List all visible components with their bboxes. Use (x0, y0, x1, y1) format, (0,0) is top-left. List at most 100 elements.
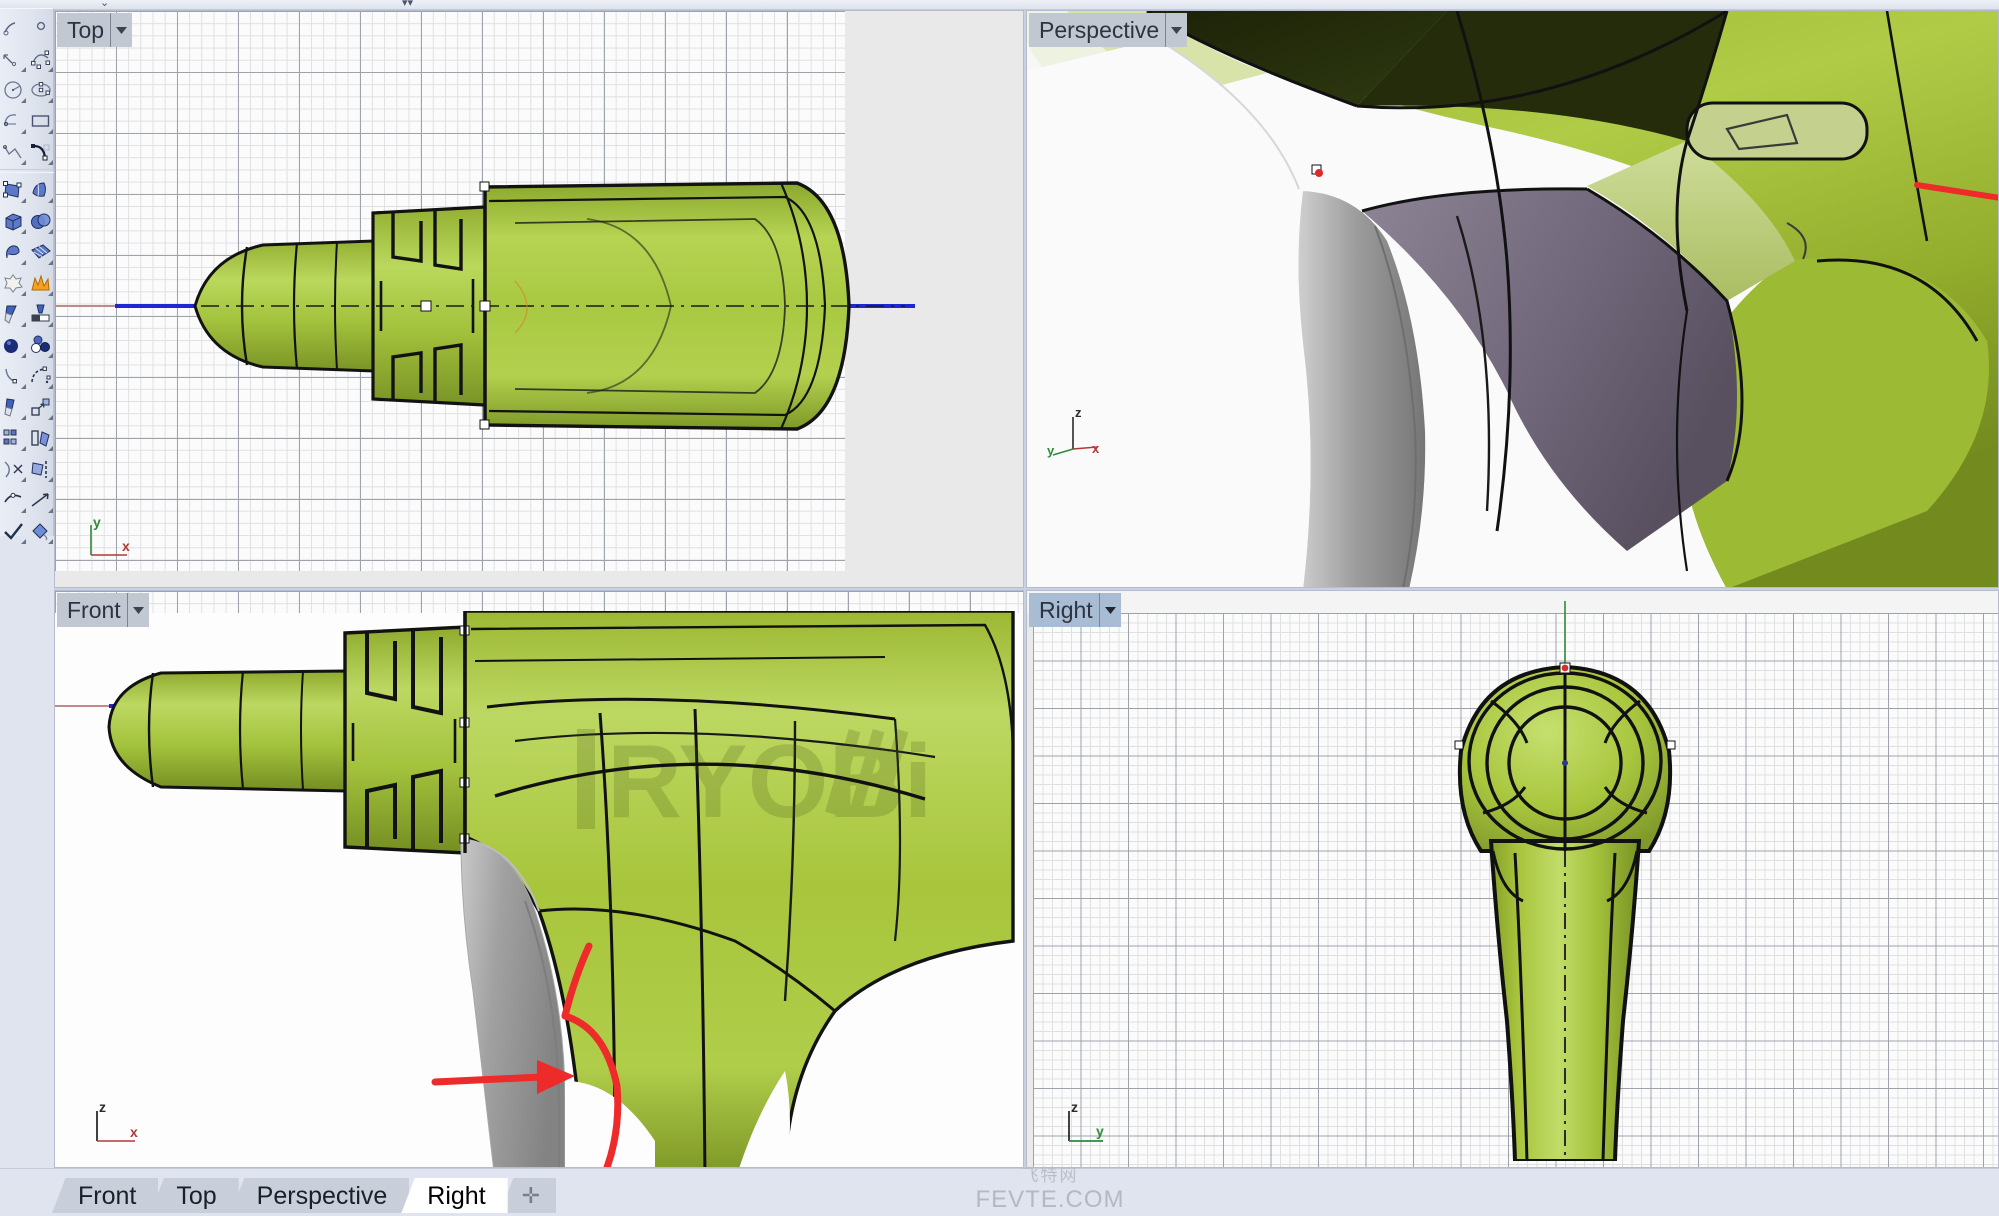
grid-major (55, 591, 1023, 613)
axis-gizmo-perspective: z y x (1047, 403, 1105, 459)
surface-revolve-icon[interactable] (2, 241, 26, 265)
toolbar-row (0, 392, 54, 423)
tab-perspective[interactable]: Perspective (230, 1177, 410, 1213)
toolbar-row (0, 516, 54, 547)
split-icon[interactable] (29, 458, 53, 482)
mesh-from-surface-icon[interactable] (29, 241, 53, 265)
svg-text:y: y (1096, 1123, 1104, 1139)
boolean-difference-icon[interactable] (29, 334, 53, 358)
toolbar-row (0, 361, 54, 392)
model-drill-perspective-view[interactable] (1027, 11, 1998, 587)
solid-sphere-icon[interactable] (2, 334, 26, 358)
circle-center-radius-icon[interactable] (2, 79, 26, 103)
viewport-label-text: Right (1039, 597, 1093, 623)
toolbar-row (0, 485, 54, 516)
viewport-label-text: Perspective (1039, 17, 1160, 43)
toolbar-row (0, 106, 54, 137)
viewport-right[interactable]: z y Right (1026, 590, 1999, 1168)
mirror-icon[interactable] (29, 427, 53, 451)
top-toolbar-strip: ⌄ ▾▾ (0, 0, 1999, 10)
viewport-top[interactable]: y x Top (54, 10, 1024, 588)
viewport-label-text: Top (67, 17, 105, 43)
viewport-right-left-margin (1027, 591, 1033, 1167)
extrude-surface-icon[interactable] (2, 303, 26, 327)
offset-curve-icon[interactable] (2, 365, 26, 389)
tab-top[interactable]: Top (150, 1177, 239, 1213)
viewport-label-right[interactable]: Right (1029, 593, 1121, 627)
axis-gizmo-front: z x (89, 1099, 143, 1149)
join-icon[interactable] (2, 489, 26, 513)
sphere-center-radius-icon[interactable] (29, 210, 53, 234)
curve-through-points-icon[interactable] (29, 141, 53, 165)
chevron-down-icon[interactable] (1165, 13, 1187, 47)
toolbar-row (0, 13, 54, 44)
ellipse-from-center-icon[interactable] (29, 79, 53, 103)
model-drill-right-view[interactable] (1397, 601, 1737, 1161)
viewport-tabs: Front Top Perspective Right ✛ (52, 1177, 557, 1213)
svg-text:y: y (93, 515, 101, 530)
chevron-down-icon[interactable] (1098, 593, 1121, 627)
svg-text:z: z (1071, 1099, 1078, 1115)
viewport-perspective[interactable]: z y x Perspective (1026, 10, 1999, 588)
toolbar-row (0, 175, 54, 206)
toolbar-row (0, 237, 54, 268)
analyze-direction-icon[interactable] (29, 489, 53, 513)
toolbar-separator (0, 169, 54, 173)
explode-icon[interactable] (2, 272, 26, 296)
tab-right[interactable]: Right (401, 1177, 508, 1213)
boolean-union-icon[interactable] (29, 272, 53, 296)
main-sidebar-toolbar[interactable] (0, 8, 54, 544)
toolbar-row (0, 75, 54, 106)
toolbar-row (0, 299, 54, 330)
surface-from-curve-network-icon[interactable] (29, 179, 53, 203)
rectangle-corner-to-corner-icon[interactable] (29, 110, 53, 134)
svg-text:x: x (122, 538, 130, 554)
tab-front[interactable]: Front (52, 1177, 159, 1213)
blend-curve-icon[interactable] (29, 365, 53, 389)
viewport-front[interactable]: RYOBi z x Front (54, 590, 1024, 1168)
paint-bucket-icon[interactable] (29, 520, 53, 544)
viewport-label-perspective[interactable]: Perspective (1029, 13, 1188, 47)
polyline-icon[interactable] (2, 141, 26, 165)
curve-control-points-icon[interactable] (29, 48, 53, 72)
arc-center-start-angle-icon[interactable] (2, 110, 26, 134)
svg-text:x: x (130, 1124, 138, 1140)
svg-text:y: y (1047, 443, 1055, 458)
rhino-application-window: ⌄ ▾▾ y x Top z y x Perspective RYOBi z x… (0, 0, 1999, 1216)
viewport-tab-bar: Front Top Perspective Right ✛ 飞特网 FEVTE.… (0, 1166, 1999, 1216)
svg-text:x: x (1092, 441, 1100, 456)
single-point-icon[interactable] (29, 17, 53, 41)
annotation-arrow-front (425, 942, 725, 1167)
scale-2d-icon[interactable] (29, 396, 53, 420)
viewport-label-front[interactable]: Front (57, 593, 149, 627)
new-viewport-tab-button[interactable]: ✛ (499, 1177, 557, 1213)
svg-text:z: z (1075, 405, 1082, 420)
curve-interpolate-icon[interactable] (2, 48, 26, 72)
toolbar-row (0, 330, 54, 361)
watermark-text-en: FEVTE.COM (975, 1186, 1125, 1213)
toolbar-overflow-glyph-left[interactable]: ⌄ (100, 0, 109, 9)
box-corner-to-corner-icon[interactable] (2, 210, 26, 234)
viewport-front-grid-region (55, 591, 1023, 613)
axis-gizmo-right: z y (1055, 1099, 1109, 1149)
annotation-arrow-perspective (1907, 171, 1998, 431)
toolbar-row (0, 206, 54, 237)
viewport-label-top[interactable]: Top (57, 13, 133, 47)
viewport-label-text: Front (67, 597, 121, 623)
toolbar-row (0, 137, 54, 168)
array-icon[interactable] (2, 427, 26, 451)
fillet-surface-icon[interactable] (2, 396, 26, 420)
viewport-top-outside-grid-bottom (55, 571, 845, 587)
point-object-icon[interactable] (2, 17, 26, 41)
trim-icon[interactable] (2, 458, 26, 482)
toolbar-overflow-glyph-center[interactable]: ▾▾ (402, 0, 413, 9)
viewport-grid: y x Top z y x Perspective RYOBi z x Fron… (54, 10, 1999, 1168)
chevron-down-icon[interactable] (110, 13, 132, 47)
model-drill-top-view[interactable] (185, 161, 945, 451)
surface-from-corner-points-icon[interactable] (2, 179, 26, 203)
svg-text:z: z (99, 1099, 106, 1115)
chevron-down-icon[interactable] (126, 593, 149, 627)
extrude-straight-icon[interactable] (29, 303, 53, 327)
site-watermark: 飞特网 FEVTE.COM (940, 1161, 1160, 1214)
check-object-icon[interactable] (2, 520, 26, 544)
